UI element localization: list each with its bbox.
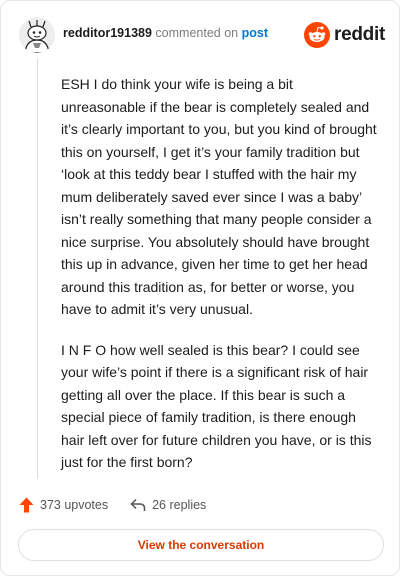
reddit-wordmark: reddit: [334, 24, 385, 45]
username[interactable]: redditor191389: [63, 26, 152, 40]
comment-header: redditor191389 commented on post reddit: [19, 17, 385, 53]
reddit-logo-icon: [304, 22, 331, 48]
thread-line: [37, 59, 38, 479]
upvote-count: 373 upvotes: [40, 498, 109, 512]
upvote-arrow-icon: [19, 497, 34, 513]
comment-card: redditor191389 commented on post reddit …: [0, 0, 400, 576]
comment-paragraph: I N F O how well sealed is this bear? I …: [61, 341, 372, 471]
comment-meta: redditor191389 commented on post: [63, 26, 268, 40]
comment-actions: 373 upvotes 26 replies: [19, 495, 206, 515]
reddit-brand[interactable]: reddit: [304, 21, 385, 49]
reply-arrow-icon: [130, 498, 146, 511]
reply-count: 26 replies: [152, 498, 207, 512]
snoo-avatar-icon: [19, 17, 55, 53]
commented-on-label: commented on: [155, 26, 239, 40]
comment-body: ESH I do think your wife is being a bit …: [61, 73, 377, 492]
replies-button[interactable]: 26 replies: [130, 498, 206, 512]
comment-paragraph: ESH I do think your wife is being a bit …: [61, 76, 377, 317]
view-conversation-button[interactable]: View the conversation: [18, 529, 384, 561]
upvote-button[interactable]: 373 upvotes: [19, 497, 108, 513]
post-link[interactable]: post: [242, 26, 268, 40]
user-avatar[interactable]: [19, 17, 55, 53]
